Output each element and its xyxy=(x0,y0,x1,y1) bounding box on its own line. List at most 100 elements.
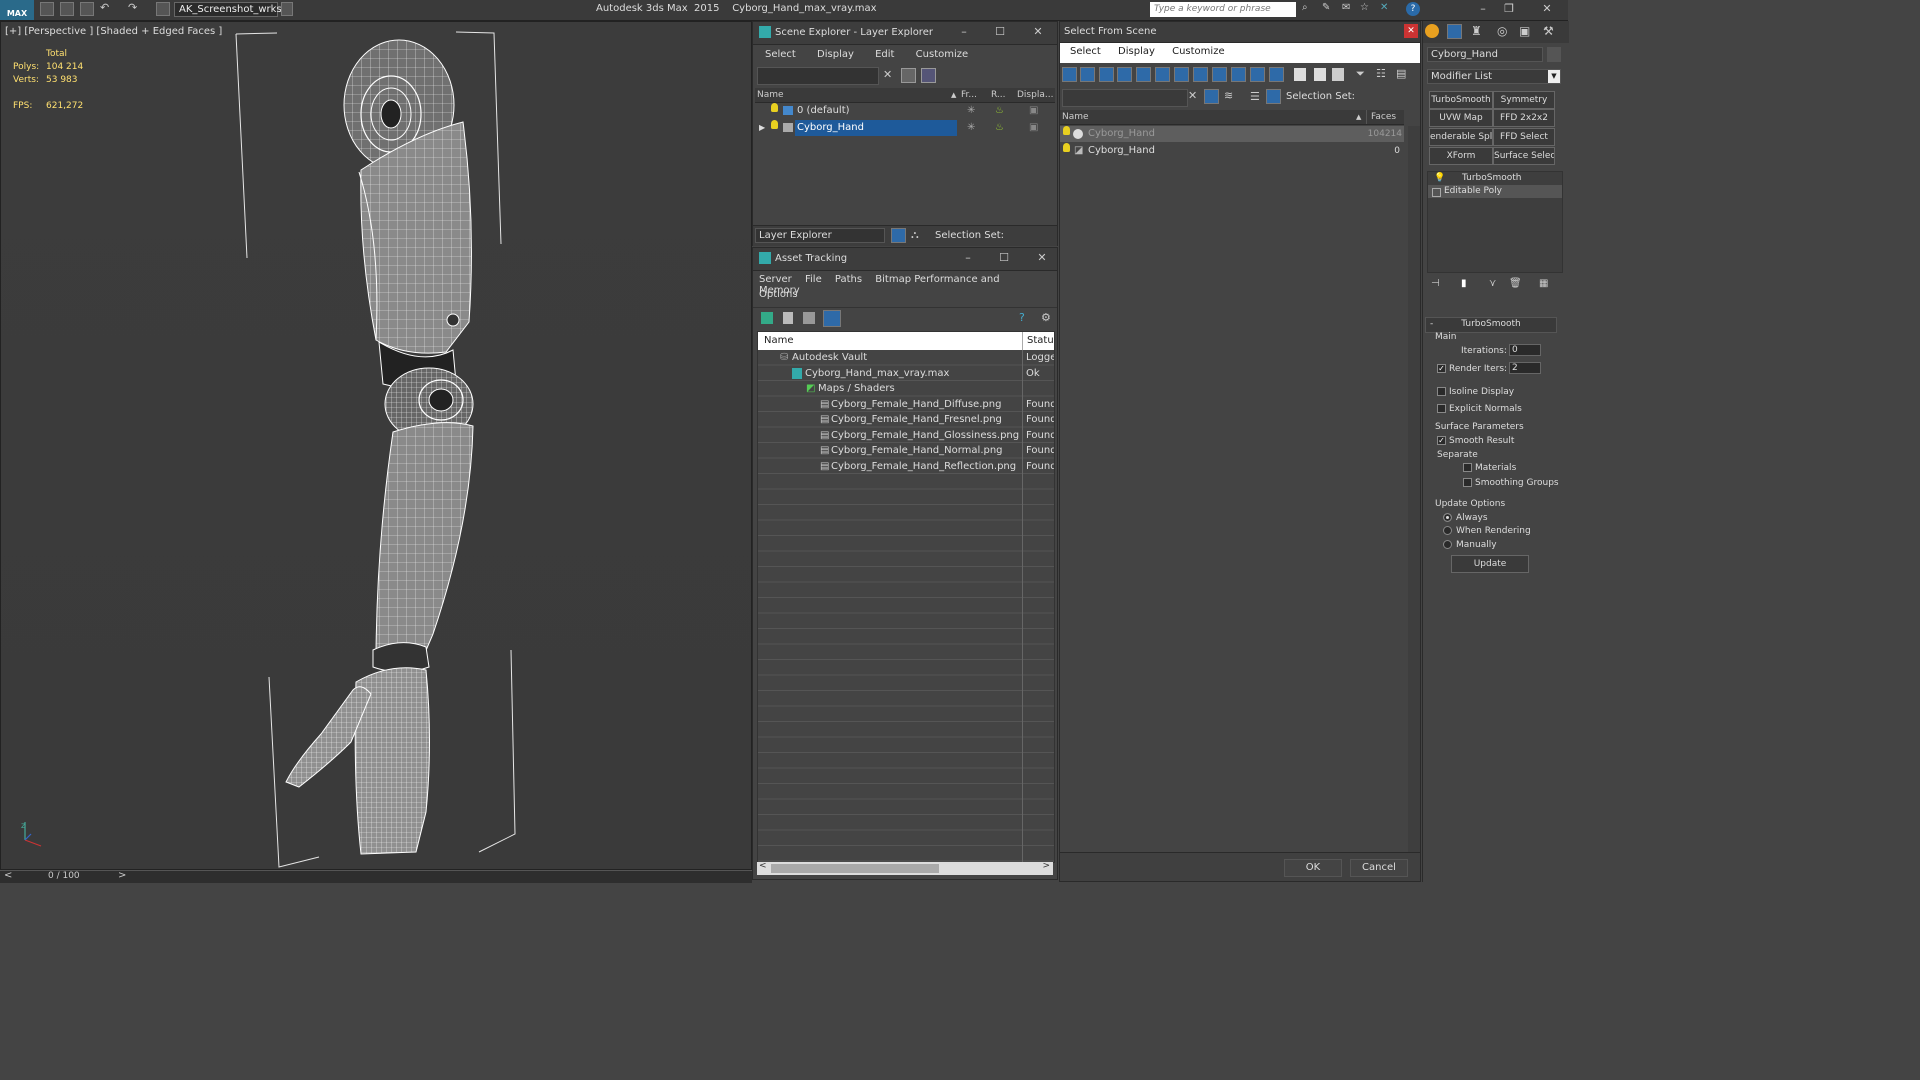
se-menu-display[interactable]: Display xyxy=(817,49,854,60)
object-row[interactable]: ◪ Cyborg_Hand 0 xyxy=(1060,143,1404,159)
asset-row[interactable]: ▤ Cyborg_Female_Hand_Glossiness.png Foun… xyxy=(758,428,1054,443)
open-file-icon[interactable] xyxy=(60,2,74,16)
filter-lights-icon[interactable] xyxy=(1099,67,1114,82)
smooth-result-checkbox[interactable]: ✓ xyxy=(1437,436,1446,445)
bulb-icon[interactable] xyxy=(1063,143,1070,152)
object-row[interactable]: Cyborg_Hand 104214 xyxy=(1060,126,1404,142)
modifier-list-chevron-icon[interactable]: ▼ xyxy=(1548,70,1560,83)
se-menu-edit[interactable]: Edit xyxy=(875,49,894,60)
asset-row[interactable]: ▤ Cyborg_Female_Hand_Fresnel.png Found xyxy=(758,412,1054,427)
at-col-name[interactable]: Name xyxy=(764,332,794,350)
stack-item-label[interactable]: TurboSmooth xyxy=(1462,172,1521,185)
layer-name[interactable]: 0 (default) xyxy=(797,103,850,119)
turbosmooth-rollout-header[interactable]: - TurboSmooth xyxy=(1425,317,1557,333)
select-from-scene-dialog[interactable]: Select From Scene ✕ Select Display Custo… xyxy=(1059,21,1421,882)
sfs-search-input[interactable] xyxy=(1062,89,1188,107)
ok-button[interactable]: OK xyxy=(1284,859,1342,877)
lightbulb-icon[interactable]: 💡 xyxy=(1434,172,1445,185)
restore-icon[interactable]: ❐ xyxy=(1500,2,1518,16)
bulb-icon[interactable] xyxy=(771,120,778,129)
asset-name[interactable]: Cyborg_Female_Hand_Reflection.png xyxy=(831,459,1016,474)
sfs-layer-icon[interactable]: ≋ xyxy=(1224,89,1233,102)
stack-item[interactable]: Editable Poly xyxy=(1428,185,1562,198)
hierarchy-tab-icon[interactable]: ♜ xyxy=(1471,24,1482,38)
motion-tab-icon[interactable]: ◎ xyxy=(1497,24,1507,38)
iterations-spinner[interactable]: 0 xyxy=(1509,344,1541,356)
workspace-menu-icon[interactable] xyxy=(281,2,293,16)
object-color-swatch[interactable] xyxy=(1547,47,1561,62)
frame-counter[interactable]: 0 / 100 xyxy=(48,871,80,881)
se-col-display[interactable]: Displa... xyxy=(1017,88,1053,102)
new-file-icon[interactable] xyxy=(40,2,54,16)
sfs-col-name[interactable]: Name xyxy=(1062,110,1089,124)
expand-arrow-icon[interactable]: ▶ xyxy=(759,120,765,136)
exchange-icon[interactable]: ✕ xyxy=(1380,2,1394,16)
render-teapot-icon[interactable]: ♨ xyxy=(995,103,1004,119)
filter-helpers-icon[interactable] xyxy=(1136,67,1151,82)
workspace-dropdown[interactable]: AK_Screenshot_wrksp xyxy=(174,2,288,17)
filter-xrefs-icon[interactable] xyxy=(1193,67,1208,82)
select-all-icon[interactable] xyxy=(1294,68,1306,81)
asset-tracking-titlebar[interactable]: Asset Tracking – ☐ ✕ xyxy=(753,248,1057,271)
table-view-icon[interactable] xyxy=(823,310,841,327)
materials-checkbox[interactable] xyxy=(1463,463,1472,472)
asset-tracking-window[interactable]: Asset Tracking – ☐ ✕ Server File Paths B… xyxy=(752,247,1058,880)
make-unique-icon[interactable]: ⋎ xyxy=(1489,278,1496,289)
scroll-right-icon[interactable]: > xyxy=(1042,861,1050,871)
expand-box-icon[interactable] xyxy=(1432,188,1441,197)
create-tab-icon[interactable] xyxy=(1425,24,1439,38)
filter-spacewarps-icon[interactable] xyxy=(1155,67,1170,82)
asset-row[interactable]: ▤ Cyborg_Female_Hand_Reflection.png Foun… xyxy=(758,459,1054,474)
always-radio[interactable] xyxy=(1443,513,1452,522)
project-folder-icon[interactable] xyxy=(156,2,170,16)
filter-cameras-icon[interactable] xyxy=(1117,67,1132,82)
render-teapot-icon[interactable]: ♨ xyxy=(995,120,1004,136)
xform-button[interactable]: XForm xyxy=(1429,147,1493,165)
se-clear-search-icon[interactable]: ✕ xyxy=(883,68,892,81)
select-none-icon[interactable] xyxy=(1314,68,1326,81)
asset-name[interactable]: Cyborg_Female_Hand_Fresnel.png xyxy=(831,412,1002,427)
asset-row[interactable]: ▤ Cyborg_Female_Hand_Diffuse.png Found xyxy=(758,397,1054,412)
asset-row[interactable]: Cyborg_Hand_max_vray.max Ok xyxy=(758,366,1054,381)
display-tab-icon[interactable]: ▣ xyxy=(1519,24,1530,38)
surface-select-button[interactable]: Surface Select xyxy=(1493,147,1555,165)
sfs-layers-icon[interactable]: ☰ xyxy=(1250,90,1260,103)
update-button[interactable]: Update xyxy=(1451,555,1529,573)
at-col-status[interactable]: Status xyxy=(1022,332,1054,350)
communication-icon[interactable]: ✉ xyxy=(1342,2,1356,16)
display-box-icon[interactable]: ▣ xyxy=(1029,120,1038,136)
layer-row[interactable]: 0 (default) ✳ ♨ ▣ xyxy=(753,103,1057,119)
filter-bones-icon[interactable] xyxy=(1212,67,1227,82)
sfs-menu-select[interactable]: Select xyxy=(1070,46,1101,57)
se-col-render[interactable]: R... xyxy=(991,88,1006,102)
object-name-input[interactable]: Cyborg_Hand xyxy=(1427,47,1543,62)
layer-name-selected[interactable]: Cyborg_Hand xyxy=(795,120,957,136)
asset-row[interactable]: ◩ Maps / Shaders xyxy=(758,381,1054,396)
minimize-icon[interactable]: – xyxy=(1474,2,1492,16)
show-end-result-icon[interactable]: ▮ xyxy=(1461,278,1467,289)
layer-mode-icon[interactable] xyxy=(891,228,906,243)
asset-name[interactable]: Cyborg_Female_Hand_Glossiness.png xyxy=(831,428,1019,443)
scene-explorer-maximize-icon[interactable]: ☐ xyxy=(991,25,1009,39)
filter-hidden-icon[interactable] xyxy=(1269,67,1284,82)
sfs-hierarchy-mode-icon[interactable] xyxy=(1266,89,1281,104)
asset-name[interactable]: Cyborg_Female_Hand_Diffuse.png xyxy=(831,397,1001,412)
filter-frozen-icon[interactable] xyxy=(1250,67,1265,82)
sfs-col-faces[interactable]: Faces xyxy=(1366,110,1396,124)
freeze-icon[interactable]: ✳ xyxy=(967,103,975,119)
se-search-input[interactable] xyxy=(757,67,879,85)
se-menu-customize[interactable]: Customize xyxy=(916,49,969,60)
perspective-viewport[interactable]: [+] [Perspective ] [Shaded + Edged Faces… xyxy=(0,21,752,870)
sfs-menu-customize[interactable]: Customize xyxy=(1172,46,1225,57)
star-icon[interactable]: ☆ xyxy=(1360,2,1374,16)
configure-sets-icon[interactable]: ▦ xyxy=(1539,278,1548,289)
renderable-spline-button[interactable]: enderable Splir xyxy=(1429,128,1493,146)
object-name[interactable]: Cyborg_Hand xyxy=(1088,126,1155,142)
layer-row[interactable]: ▶ Cyborg_Hand ✳ ♨ ▣ xyxy=(753,120,1057,136)
undo-icon[interactable]: ↶ xyxy=(100,2,114,16)
pin-stack-icon[interactable]: ⊣ xyxy=(1431,278,1440,289)
at-horizontal-scrollbar[interactable]: < > xyxy=(757,861,1053,875)
app-logo-icon[interactable]: MAX xyxy=(0,0,34,20)
prev-frame-icon[interactable]: < xyxy=(4,870,12,881)
se-menu-select[interactable]: Select xyxy=(765,49,796,60)
